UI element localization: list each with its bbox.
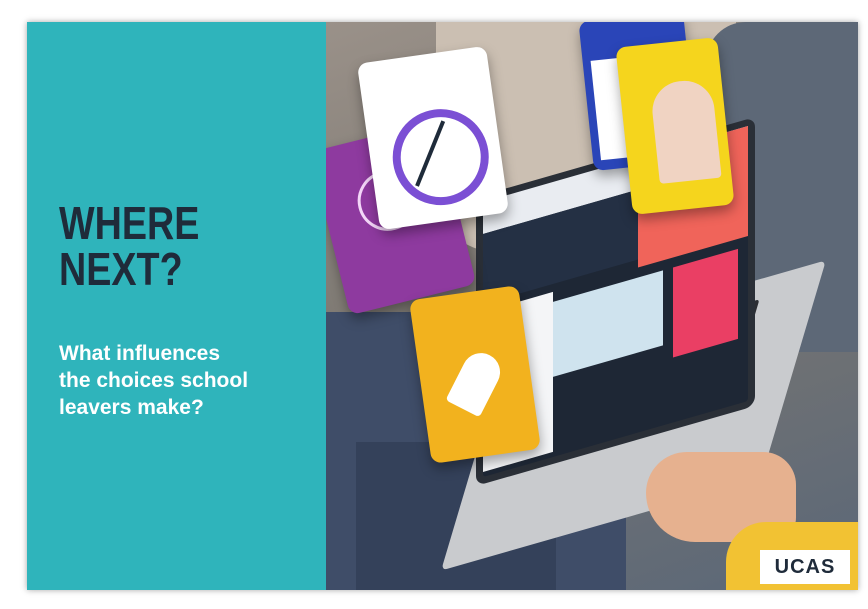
title-panel: WHERE NEXT? What influences the choices … — [27, 22, 326, 590]
discounts-card-graphic — [615, 37, 735, 215]
subheading-line-2: the choices school — [59, 369, 249, 392]
ucas-logo: UCAS — [760, 550, 850, 584]
cover-headline: WHERE NEXT? — [59, 200, 256, 292]
report-cover: WHERE NEXT? What influences the choices … — [27, 22, 858, 590]
cover-photo: UCAS — [326, 22, 858, 590]
headline-line-1: WHERE — [59, 197, 200, 249]
website-tile — [673, 248, 738, 358]
headline-line-2: NEXT? — [59, 243, 183, 295]
find-subject-card-graphic — [356, 45, 510, 231]
subheading-line-1: What influences — [59, 342, 221, 365]
personal-statement-card-graphic — [409, 285, 541, 464]
discounts-photo — [649, 77, 722, 184]
pen-nib-icon — [445, 346, 507, 418]
subheading-line-3: leavers make? — [59, 396, 204, 419]
cover-subheading: What influences the choices school leave… — [59, 340, 299, 421]
website-map — [553, 270, 663, 377]
